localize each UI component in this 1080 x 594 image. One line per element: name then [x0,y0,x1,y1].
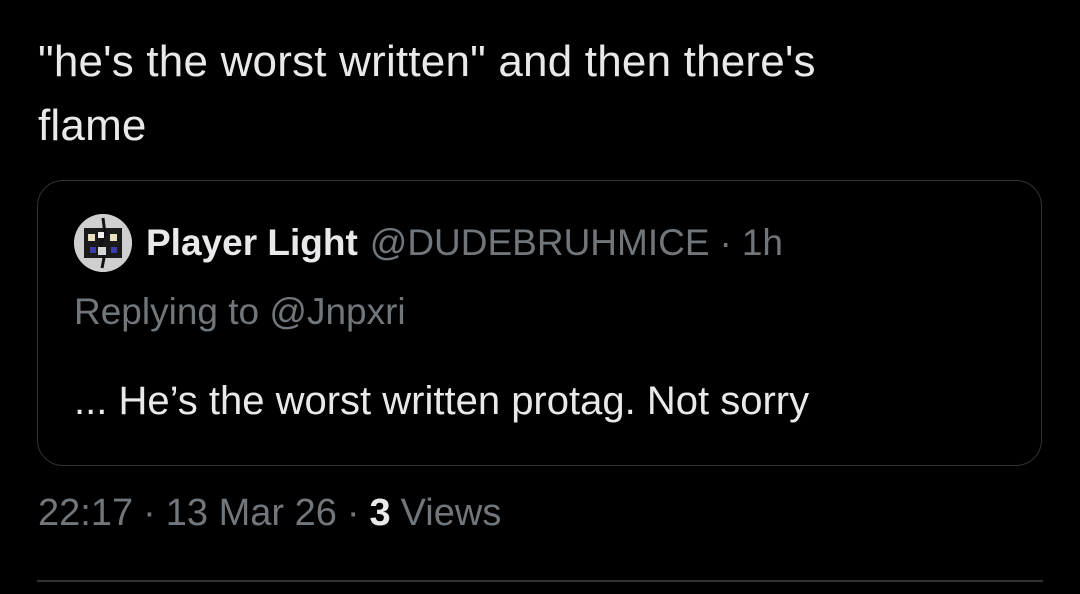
divider [37,580,1043,582]
quoted-tweet-header: Player Light @DUDEBRUHMICE · 1h [74,214,783,272]
tweet-text-line-1: "he's the worst written" and then there'… [38,37,816,86]
tweet-text-line-2: flame [38,101,147,150]
meta-separator-1: · [143,492,156,534]
quoted-author-name[interactable]: Player Light [146,222,358,264]
tweet-date[interactable]: 13 Mar 26 [166,492,337,535]
tweet-time[interactable]: 22:17 [38,492,133,535]
avatar[interactable] [74,214,132,272]
views-label[interactable]: Views [401,492,502,535]
views-count[interactable]: 3 [370,492,391,535]
quoted-tweet-text: ... He’s the worst written protag. Not s… [74,379,810,423]
tweet-meta: 22:17 · 13 Mar 26 · 3 Views [38,492,501,535]
quoted-tweet-card[interactable]: Player Light @DUDEBRUHMICE · 1h Replying… [37,180,1042,466]
quoted-time-ago[interactable]: 1h [742,222,783,264]
avatar-image [74,214,132,272]
replying-to[interactable]: Replying to @Jnpxri [74,291,406,333]
quoted-author-handle[interactable]: @DUDEBRUHMICE [370,222,710,264]
meta-separator-2: · [346,492,360,534]
header-separator: · [719,222,732,263]
tweet-text: "he's the worst written" and then there'… [38,30,1048,158]
